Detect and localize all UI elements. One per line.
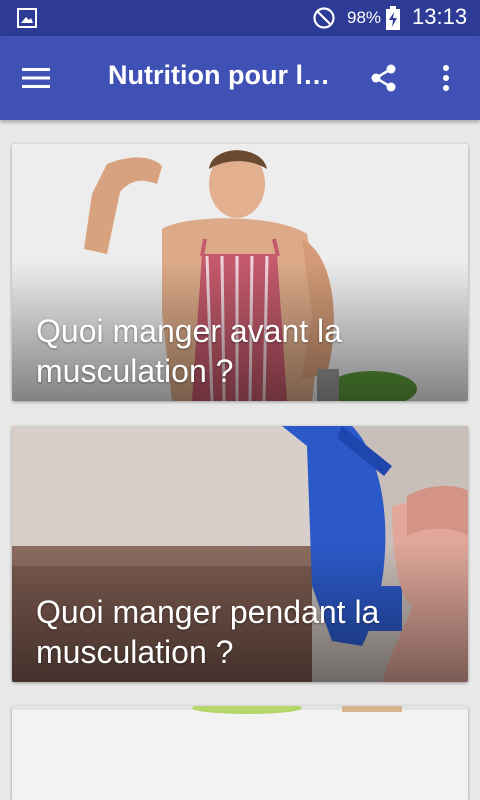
share-icon xyxy=(371,64,396,92)
article-caption: Quoi manger pendant la musculation ? xyxy=(36,594,380,670)
share-button[interactable] xyxy=(360,54,408,102)
more-options-button[interactable] xyxy=(424,54,468,102)
app-bar: Nutrition pour la musculation xyxy=(0,36,480,120)
battery-charging-icon xyxy=(386,6,400,30)
clock: 13:13 xyxy=(412,4,468,29)
battery-percent: 98% xyxy=(347,8,382,27)
menu-icon xyxy=(22,68,50,88)
menu-button[interactable] xyxy=(10,54,62,102)
do-not-disturb-icon xyxy=(313,7,335,29)
more-vert-icon xyxy=(443,65,449,91)
article-card-before-workout[interactable]: Quoi manger avant la musculation ? xyxy=(12,144,468,401)
article-card-during-workout[interactable]: Quoi manger pendant la musculation ? xyxy=(12,426,468,682)
gallery-icon xyxy=(17,8,37,28)
status-bar: 98% 13:13 xyxy=(0,0,480,36)
article-card-partial[interactable] xyxy=(12,706,468,800)
app-title: Nutrition pour la musculation xyxy=(108,60,340,90)
article-image-partial xyxy=(12,706,468,800)
article-caption: Quoi manger avant la musculation ? xyxy=(36,313,342,389)
